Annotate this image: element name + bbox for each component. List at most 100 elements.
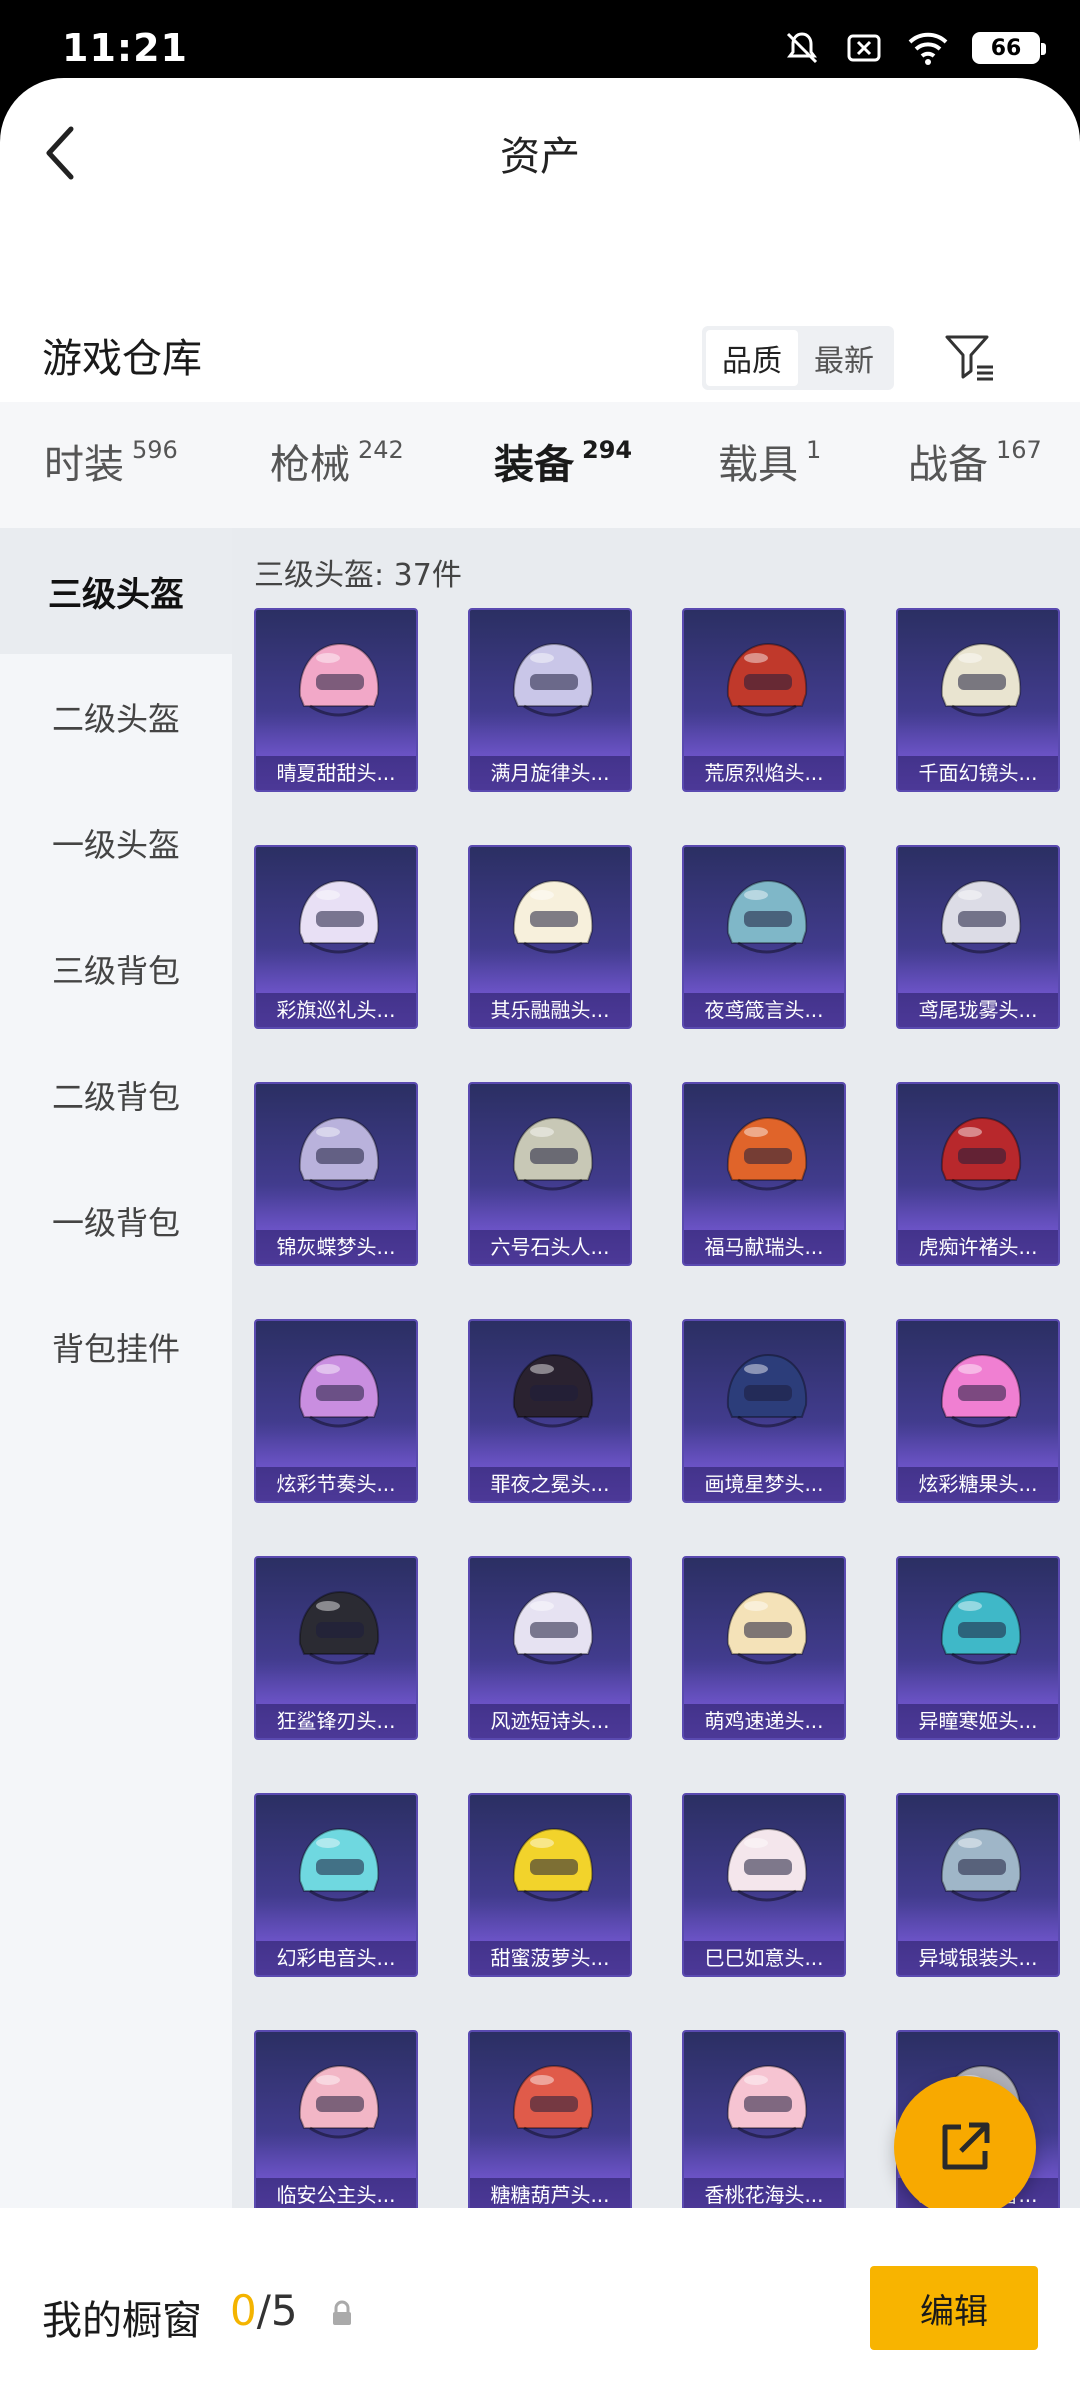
item-name: 狂鲨锋刃头...: [256, 1704, 416, 1738]
helmet-icon: [298, 1116, 380, 1191]
tab-firearms[interactable]: 枪械 242: [270, 432, 404, 490]
item-card[interactable]: 狂鲨锋刃头...: [254, 1556, 418, 1740]
item-card[interactable]: 其乐融融头...: [468, 845, 632, 1029]
helmet-icon: [512, 2064, 594, 2139]
helmet-icon: [298, 879, 380, 954]
item-card[interactable]: 满月旋律头...: [468, 608, 632, 792]
item-name: 荒原烈焰头...: [684, 756, 844, 790]
item-grid: 三级头盔: 37件 晴夏甜甜头... 满月旋律头... 荒原烈焰头... 千面幻镜头.…: [232, 528, 1080, 2208]
item-card[interactable]: 异域银装头...: [896, 1793, 1060, 1977]
helmet-icon: [940, 642, 1022, 717]
helmet-icon: [512, 642, 594, 717]
item-card[interactable]: 夜鸢箴言头...: [682, 845, 846, 1029]
item-card[interactable]: 炫彩节奏头...: [254, 1319, 418, 1503]
item-name: 罪夜之冕头...: [470, 1467, 630, 1501]
item-card[interactable]: 香桃花海头...: [682, 2030, 846, 2208]
item-name: 鸢尾珑雾头...: [898, 993, 1058, 1027]
tab-count: 596: [132, 436, 178, 464]
item-name: 巳巳如意头...: [684, 1941, 844, 1975]
sort-toggle: 品质 最新: [702, 326, 894, 390]
showcase-current: 0: [230, 2286, 257, 2335]
sidebar-item-level2-helmet[interactable]: 二级头盔: [0, 654, 232, 780]
item-card[interactable]: 福马献瑞头...: [682, 1082, 846, 1266]
item-name: 六号石头人...: [470, 1230, 630, 1264]
filter-button[interactable]: [940, 326, 1000, 390]
helmet-icon: [940, 879, 1022, 954]
item-card[interactable]: 锦灰蝶梦头...: [254, 1082, 418, 1266]
tab-supplies[interactable]: 战备 167: [908, 432, 1042, 490]
item-card[interactable]: 千面幻镜头...: [896, 608, 1060, 792]
item-name: 糖糖葫芦头...: [470, 2178, 630, 2208]
item-name: 萌鸡速递头...: [684, 1704, 844, 1738]
tab-count: 294: [582, 436, 633, 464]
header: 资产: [0, 78, 1080, 228]
item-name: 幻彩电音头...: [256, 1941, 416, 1975]
sidebar: 三级头盔 二级头盔 一级头盔 三级背包 二级背包 一级背包 背包挂件: [0, 528, 232, 2208]
item-name: 炫彩节奏头...: [256, 1467, 416, 1501]
sim-off-icon: [844, 28, 884, 68]
item-name: 满月旋律头...: [470, 756, 630, 790]
item-name: 晴夏甜甜头...: [256, 756, 416, 790]
helmet-icon: [726, 879, 808, 954]
sidebar-item-backpack-charm[interactable]: 背包挂件: [0, 1284, 232, 1410]
item-card[interactable]: 糖糖葫芦头...: [468, 2030, 632, 2208]
item-card[interactable]: 异瞳寒姬头...: [896, 1556, 1060, 1740]
item-name: 画境星梦头...: [684, 1467, 844, 1501]
helmet-icon: [726, 1116, 808, 1191]
item-name: 甜蜜菠萝头...: [470, 1941, 630, 1975]
item-card[interactable]: 罪夜之冕头...: [468, 1319, 632, 1503]
item-card[interactable]: 巳巳如意头...: [682, 1793, 846, 1977]
helmet-icon: [512, 879, 594, 954]
item-name: 香桃花海头...: [684, 2178, 844, 2208]
item-name: 临安公主头...: [256, 2178, 416, 2208]
item-name: 锦灰蝶梦头...: [256, 1230, 416, 1264]
item-card[interactable]: 彩旗巡礼头...: [254, 845, 418, 1029]
helmet-icon: [512, 1590, 594, 1665]
helmet-icon: [940, 1116, 1022, 1191]
tab-equipment[interactable]: 装备 294: [494, 432, 632, 490]
item-card[interactable]: 鸢尾珑雾头...: [896, 845, 1060, 1029]
item-card[interactable]: 临安公主头...: [254, 2030, 418, 2208]
helmet-icon: [726, 642, 808, 717]
tab-vehicles[interactable]: 载具 1: [718, 432, 821, 490]
page-title: 资产: [500, 134, 580, 180]
helmet-icon: [298, 2064, 380, 2139]
item-card[interactable]: 萌鸡速递头...: [682, 1556, 846, 1740]
helmet-icon: [726, 1353, 808, 1428]
tab-fashion[interactable]: 时装 596: [44, 432, 178, 490]
sidebar-item-level1-backpack[interactable]: 一级背包: [0, 1158, 232, 1284]
sort-quality-option[interactable]: 品质: [706, 330, 798, 386]
lock-icon: [330, 2300, 354, 2332]
showcase-count: 0/5: [230, 2286, 298, 2335]
item-name: 炫彩糖果头...: [898, 1467, 1058, 1501]
item-card[interactable]: 甜蜜菠萝头...: [468, 1793, 632, 1977]
item-card[interactable]: 晴夏甜甜头...: [254, 608, 418, 792]
helmet-icon: [726, 1827, 808, 1902]
repo-row: 游戏仓库 品质 最新: [0, 298, 1080, 418]
item-name: 彩旗巡礼头...: [256, 993, 416, 1027]
sort-latest-option[interactable]: 最新: [798, 330, 890, 386]
item-card[interactable]: 荒原烈焰头...: [682, 608, 846, 792]
tab-count: 242: [358, 436, 404, 464]
sidebar-item-level3-backpack[interactable]: 三级背包: [0, 906, 232, 1032]
share-fab-button[interactable]: [894, 2076, 1036, 2218]
item-card[interactable]: 炫彩糖果头...: [896, 1319, 1060, 1503]
item-card[interactable]: 幻彩电音头...: [254, 1793, 418, 1977]
item-card[interactable]: 六号石头人...: [468, 1082, 632, 1266]
sidebar-item-level3-helmet[interactable]: 三级头盔: [0, 528, 232, 654]
tab-count: 167: [996, 436, 1042, 464]
sidebar-item-level1-helmet[interactable]: 一级头盔: [0, 780, 232, 906]
item-card[interactable]: 画境星梦头...: [682, 1319, 846, 1503]
app-window: 资产 游戏仓库 品质 最新 时装 596 枪械 242 装备 294 载具 1: [0, 78, 1080, 2400]
item-card[interactable]: 虎痴许褚头...: [896, 1082, 1060, 1266]
helmet-icon: [512, 1827, 594, 1902]
item-name: 虎痴许褚头...: [898, 1230, 1058, 1264]
item-card[interactable]: 风迹短诗头...: [468, 1556, 632, 1740]
helmet-icon: [940, 1590, 1022, 1665]
status-icons: 66: [782, 28, 1046, 68]
sidebar-item-level2-backpack[interactable]: 二级背包: [0, 1032, 232, 1158]
bottom-bar: 我的橱窗 0/5 编辑: [0, 2208, 1080, 2400]
helmet-icon: [726, 1590, 808, 1665]
edit-button[interactable]: 编辑: [870, 2266, 1038, 2350]
category-tabs: 时装 596 枪械 242 装备 294 载具 1 战备 167: [0, 402, 1080, 528]
